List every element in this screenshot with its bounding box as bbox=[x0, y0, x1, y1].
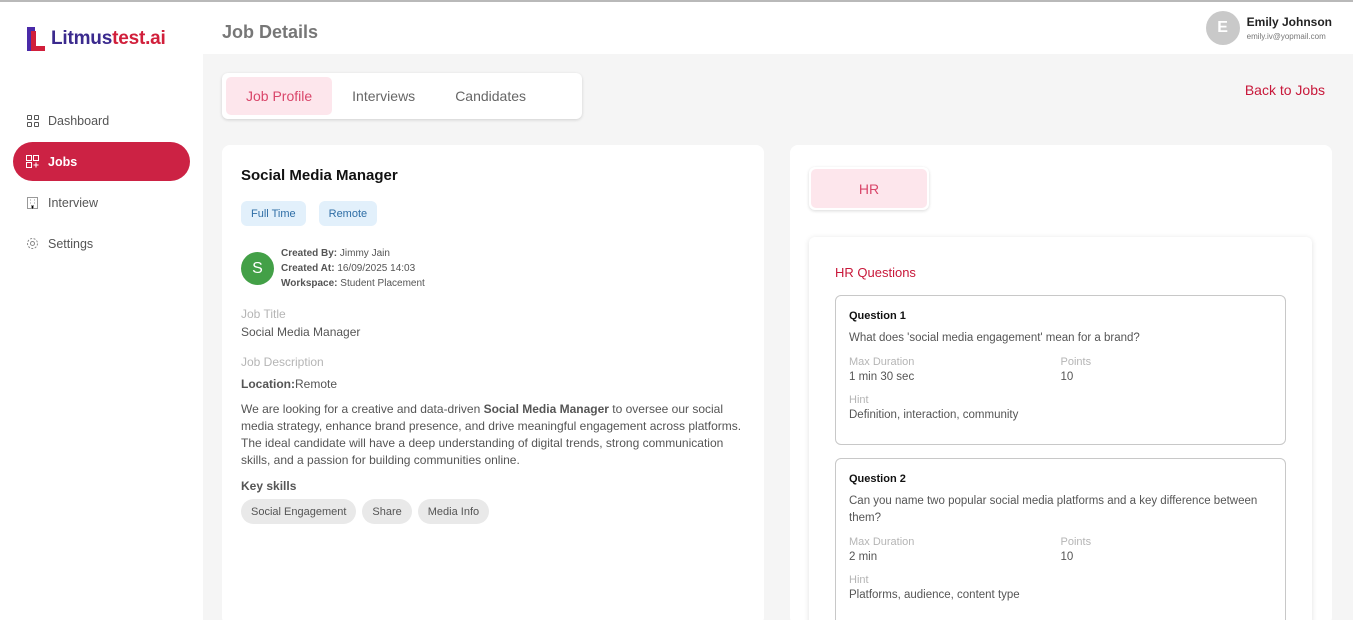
tag-chip: Remote bbox=[318, 201, 378, 226]
job-title-label: Job Title bbox=[241, 307, 286, 321]
sidebar: Litmustest.ai Dashboard Jobs Interview S… bbox=[0, 2, 203, 620]
points-value: 10 bbox=[1060, 371, 1074, 383]
job-tags: Full Time Remote bbox=[241, 201, 745, 226]
job-title-value: Social Media Manager bbox=[241, 325, 361, 339]
job-name: Social Media Manager bbox=[241, 167, 398, 184]
back-to-jobs-link[interactable]: Back to Jobs bbox=[1245, 82, 1325, 98]
points-label: Points bbox=[1060, 536, 1092, 548]
job-description: We are looking for a creative and data-d… bbox=[241, 402, 742, 467]
user-email: emily.iv@yopmail.com bbox=[1246, 32, 1326, 41]
duration-label: Max Duration bbox=[849, 536, 915, 548]
question-text: Can you name two popular social media pl… bbox=[849, 495, 1258, 524]
skills-title: Key skills bbox=[241, 479, 297, 493]
created-by: Created By: Jimmy Jain bbox=[281, 248, 390, 259]
created-at: Created At: 16/09/2025 14:03 bbox=[281, 263, 416, 274]
hr-tabs: HR bbox=[809, 167, 929, 210]
workspace: Workspace: Student Placement bbox=[281, 278, 425, 289]
dashboard-icon bbox=[26, 114, 39, 127]
creator-avatar: S bbox=[241, 252, 274, 285]
hint-label: Hint bbox=[849, 394, 869, 406]
tab-hr[interactable]: HR bbox=[811, 169, 927, 208]
question-text: What does 'social media engagement' mean… bbox=[849, 332, 1140, 344]
tab-job-profile[interactable]: Job Profile bbox=[226, 77, 333, 115]
hint-value: Platforms, audience, content type bbox=[849, 589, 1020, 601]
avatar[interactable]: E bbox=[1205, 11, 1240, 45]
skills-list: Social Engagement Share Media Info bbox=[241, 499, 745, 524]
job-meta: S Created By: Jimmy Jain Created At: 16/… bbox=[241, 246, 745, 291]
logo-mark-icon bbox=[27, 27, 49, 51]
question-card: Question 1 What does 'social media engag… bbox=[835, 295, 1286, 445]
sidebar-nav: Dashboard Jobs Interview Settings bbox=[13, 101, 190, 265]
question-title: Question 2 bbox=[849, 473, 906, 485]
user-menu[interactable]: E Emily Johnson emily.iv@yopmail.com bbox=[1205, 11, 1332, 45]
points-label: Points bbox=[1060, 356, 1092, 368]
job-description-label: Job Description bbox=[241, 355, 324, 369]
building-icon bbox=[26, 196, 39, 209]
main-area: Job Details E Emily Johnson emily.iv@yop… bbox=[203, 2, 1353, 620]
sidebar-item-label: Dashboard bbox=[48, 113, 110, 128]
skill-chip: Media Info bbox=[417, 499, 490, 524]
duration-label: Max Duration bbox=[849, 356, 915, 368]
duration-value: 2 min bbox=[849, 551, 878, 563]
skill-chip: Social Engagement bbox=[241, 499, 357, 524]
tab-candidates[interactable]: Candidates bbox=[435, 77, 546, 115]
logo-text: Litmustest.ai bbox=[51, 28, 166, 49]
duration-value: 1 min 30 sec bbox=[849, 371, 915, 383]
points-value: 10 bbox=[1060, 551, 1074, 563]
header: Job Details E Emily Johnson emily.iv@yop… bbox=[203, 2, 1353, 54]
skill-chip: Share bbox=[362, 499, 412, 524]
question-title: Question 1 bbox=[849, 310, 906, 322]
hr-questions-title: HR Questions bbox=[835, 265, 916, 280]
tag-chip: Full Time bbox=[241, 201, 306, 226]
jobs-icon bbox=[26, 155, 39, 168]
job-location: Location:Remote bbox=[241, 377, 338, 391]
page-title: Job Details bbox=[222, 22, 319, 42]
sidebar-item-label: Settings bbox=[48, 236, 94, 251]
job-profile-card: Social Media Manager Full Time Remote S … bbox=[222, 145, 764, 620]
job-tabs: Job Profile Interviews Candidates bbox=[222, 73, 582, 119]
sidebar-item-label: Jobs bbox=[48, 154, 78, 169]
hint-value: Definition, interaction, community bbox=[849, 409, 1019, 421]
sidebar-item-label: Interview bbox=[48, 195, 99, 210]
hint-label: Hint bbox=[849, 574, 869, 586]
user-name: Emily Johnson bbox=[1246, 15, 1332, 29]
sidebar-item-jobs[interactable]: Jobs bbox=[13, 142, 190, 181]
hr-card: HR HR Questions Question 1 What does 'so… bbox=[790, 145, 1332, 620]
gear-icon bbox=[26, 237, 39, 250]
sidebar-item-interview[interactable]: Interview bbox=[13, 183, 190, 222]
tab-interviews[interactable]: Interviews bbox=[332, 77, 435, 115]
sidebar-item-dashboard[interactable]: Dashboard bbox=[13, 101, 190, 140]
sidebar-item-settings[interactable]: Settings bbox=[13, 224, 190, 263]
question-card: Question 2 Can you name two popular soci… bbox=[835, 458, 1286, 620]
hr-questions-panel: HR Questions Question 1 What does 'socia… bbox=[809, 237, 1312, 620]
logo[interactable]: Litmustest.ai bbox=[27, 27, 166, 51]
